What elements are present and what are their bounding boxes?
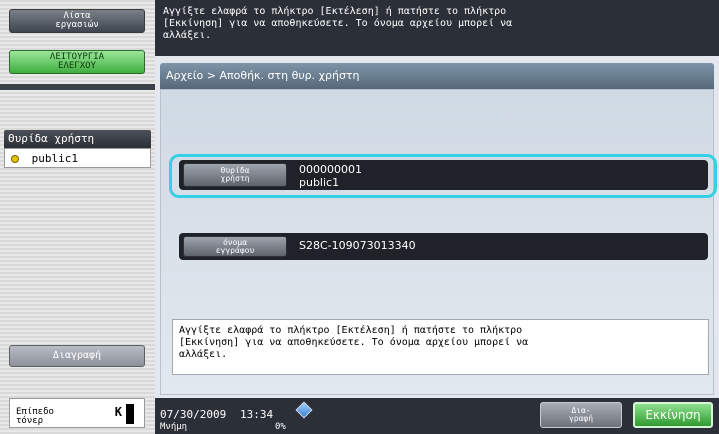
userbox-item-label: public1 (31, 152, 78, 165)
network-icon (295, 401, 313, 419)
folder-icon (11, 155, 19, 163)
main-panel: Αρχείο > Αποθήκ. στη θυρ. χρήστη Θυρίδα … (155, 56, 719, 398)
instruction-message: Αγγίξτε ελαφρά το πλήκτρο [Εκτέλεση] ή π… (155, 0, 719, 56)
user-box-row: Θυρίδα χρήστη 000000001 public1 (179, 160, 708, 190)
delete-button[interactable]: Διαγραφή (9, 345, 145, 367)
user-box-name: public1 (299, 176, 340, 189)
instruction-text: Αγγίξτε ελαφρά το πλήκτρο [Εκτέλεση] ή π… (163, 6, 513, 41)
sidebar-divider (0, 84, 155, 90)
scroll-button[interactable]: Δια- γραφή (540, 402, 622, 428)
toner-label: Επίπεδο τόνερ (16, 407, 54, 426)
sidebar: Λίστα εργασιών ΛΕΙΤΟΥΡΓΙΑ ΕΛΕΓΧΟΥ Θυρίδα… (0, 0, 155, 434)
content-panel: Θυρίδα χρήστη 000000001 public1 όνομα εγ… (160, 89, 717, 395)
document-name-value: S28C-109073013340 (299, 239, 416, 252)
toner-bar-icon (126, 404, 134, 424)
breadcrumb: Αρχείο > Αποθήκ. στη θυρ. χρήστη (160, 63, 714, 89)
document-name-row: όνομα εγγράφου S28C-109073013340 (179, 233, 708, 260)
memory-label: Μνήμη (160, 422, 188, 432)
user-box-button[interactable]: Θυρίδα χρήστη (183, 163, 287, 187)
toner-color-label: K (114, 405, 122, 419)
user-box-number: 000000001 (299, 163, 362, 176)
userbox-title: Θυρίδα χρήστη (4, 130, 151, 148)
info-message-box: Αγγίξτε ελαφρά το πλήκτρο [Εκτέλεση] ή π… (172, 319, 709, 375)
utility-button[interactable]: ΛΕΙΤΟΥΡΓΙΑ ΕΛΕΓΧΟΥ (9, 50, 145, 74)
toner-level: Επίπεδο τόνερ K (9, 398, 145, 428)
job-list-button[interactable]: Λίστα εργασιών (9, 9, 145, 33)
start-button[interactable]: Εκκίνηση (633, 402, 713, 428)
status-bar: 07/30/2009 13:34 Μνήμη 0% Δια- γραφή Εκκ… (155, 398, 719, 434)
memory-value: 0% (275, 422, 286, 432)
userbox-list-item[interactable]: public1 (4, 148, 151, 168)
status-time: 13:34 (240, 408, 274, 421)
info-message-text: Αγγίξτε ελαφρά το πλήκτρο [Εκτέλεση] ή π… (179, 325, 529, 360)
document-name-button[interactable]: όνομα εγγράφου (183, 236, 287, 257)
user-box-value: 000000001 public1 (299, 163, 362, 189)
status-date: 07/30/2009 (160, 408, 227, 421)
